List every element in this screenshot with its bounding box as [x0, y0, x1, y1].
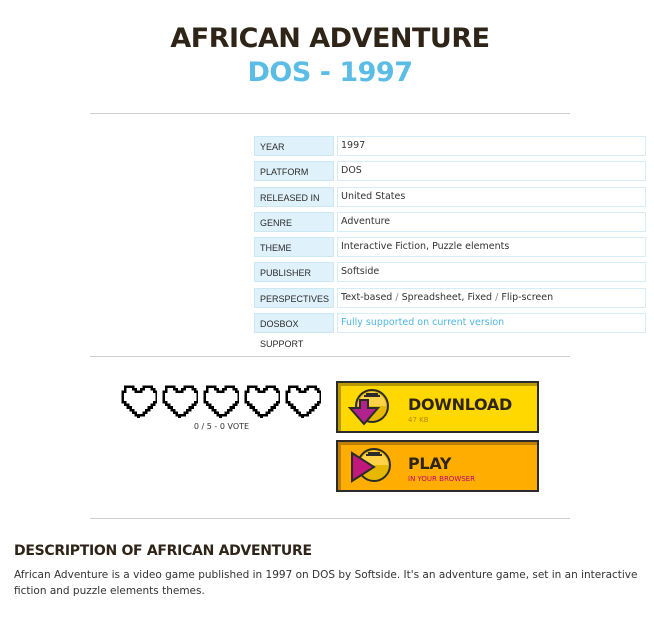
info-row-platform: PLATFORM DOS	[254, 161, 646, 182]
info-label: PERSPECTIVES	[254, 287, 334, 308]
theme-link[interactable]: Puzzle elements	[432, 241, 509, 252]
rating-hearts	[120, 384, 321, 418]
separator: ,	[426, 241, 430, 253]
description-text: African Adventure is a video game publis…	[14, 569, 638, 597]
divider	[90, 113, 570, 114]
download-icon	[347, 389, 389, 426]
play-label: PLAY	[408, 454, 452, 473]
play-button[interactable]: PLAY IN YOUR BROWSER	[336, 440, 539, 492]
info-row-publisher: PUBLISHER Softside	[254, 262, 646, 283]
info-value[interactable]: United States	[337, 186, 646, 207]
separator: /	[395, 291, 399, 303]
info-row-year: YEAR 1997	[254, 136, 646, 156]
info-label: YEAR	[254, 136, 334, 156]
divider	[90, 356, 570, 357]
perspective-link[interactable]: Spreadsheet, Fixed	[402, 292, 493, 303]
info-label: PUBLISHER	[254, 262, 334, 283]
description-title: DESCRIPTION OF AFRICAN ADVENTURE	[14, 543, 312, 559]
info-label: DOSBOX SUPPORT	[254, 313, 334, 349]
info-row-released-in: RELEASED IN United States	[254, 186, 646, 207]
info-row-theme: THEME Interactive Fiction, Puzzle elemen…	[254, 237, 646, 258]
info-value: 1997	[337, 136, 646, 156]
heart-icon[interactable]	[202, 384, 239, 418]
info-value[interactable]: DOS	[337, 161, 646, 182]
game-platform-year: DOS - 1997	[247, 57, 413, 88]
divider	[90, 518, 570, 519]
dosbox-support-link[interactable]: Fully supported on current version	[337, 313, 646, 334]
info-label: RELEASED IN	[254, 186, 334, 207]
info-value[interactable]: Softside	[337, 262, 646, 283]
info-value: Interactive Fiction, Puzzle elements	[337, 237, 646, 258]
play-sub: IN YOUR BROWSER	[408, 475, 475, 483]
info-value: Text-based / Spreadsheet, Fixed / Flip-s…	[337, 287, 646, 308]
info-label: GENRE	[254, 211, 334, 232]
download-label: DOWNLOAD	[408, 395, 512, 414]
info-row-dosbox-support: DOSBOX SUPPORT Fully supported on curren…	[254, 313, 646, 349]
game-title: AFRICAN ADVENTURE	[170, 23, 490, 54]
info-row-genre: GENRE Adventure	[254, 211, 646, 232]
separator: /	[495, 291, 499, 303]
info-table: YEAR 1997 PLATFORM DOS RELEASED IN Unite…	[254, 136, 646, 349]
perspective-link[interactable]: Flip-screen	[501, 292, 553, 303]
download-size: 47 KB	[408, 416, 429, 424]
play-icon	[351, 448, 391, 483]
heart-icon[interactable]	[120, 384, 157, 418]
theme-link[interactable]: Interactive Fiction	[341, 241, 426, 252]
heart-icon[interactable]	[243, 384, 280, 418]
info-label: THEME	[254, 237, 334, 258]
info-label: PLATFORM	[254, 161, 334, 182]
info-row-perspectives: PERSPECTIVES Text-based / Spreadsheet, F…	[254, 287, 646, 308]
heart-icon[interactable]	[284, 384, 321, 418]
perspective-link[interactable]: Text-based	[341, 292, 392, 303]
info-value[interactable]: Adventure	[337, 211, 646, 232]
download-button[interactable]: DOWNLOAD 47 KB	[336, 381, 539, 433]
vote-count: 0 / 5 - 0 VOTE	[193, 422, 250, 431]
heart-icon[interactable]	[161, 384, 198, 418]
